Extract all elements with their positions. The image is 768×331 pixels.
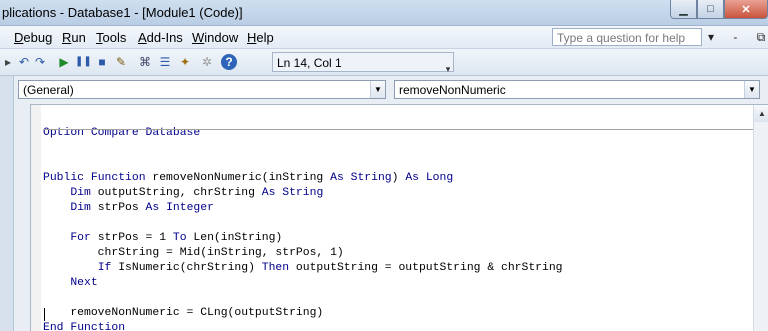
code-text[interactable]: Option Compare Database Public Function … [43, 111, 563, 331]
left-panel-edge [0, 76, 14, 331]
kw-function: Function [90, 172, 146, 184]
kw-then: Then [261, 262, 290, 274]
mdi-controls[interactable]: ▾ - ⧉ ✕ [708, 30, 768, 45]
kw-integer: Integer [166, 202, 214, 214]
menu-debug-rest: ebug [23, 30, 53, 45]
menu-tools[interactable]: Tools [96, 30, 126, 45]
scroll-up-icon[interactable]: ▲ [754, 105, 768, 122]
window-title: plications - Database1 - [Module1 (Code)… [2, 5, 243, 20]
toolbar-options-icon[interactable]: ▾ [440, 61, 456, 77]
margin-indicator-bar[interactable] [31, 105, 41, 331]
menu-window[interactable]: Window [192, 30, 238, 45]
kw-to: To [172, 232, 187, 244]
menu-window-accel: W [192, 30, 205, 45]
reset-icon[interactable]: ■ [94, 54, 110, 70]
code-line: Dim outputString, chrString As String [70, 187, 324, 199]
menu-run-rest: un [71, 30, 86, 45]
maximize-button[interactable]: □ [697, 0, 724, 19]
ask-question-input[interactable]: Type a question for help [552, 28, 702, 46]
help-icon[interactable]: ? [221, 54, 237, 70]
vertical-scrollbar[interactable]: ▲ [753, 105, 768, 331]
procedure-combo[interactable]: removeNonNumeric ▼ [394, 80, 760, 99]
kw-as: As [261, 187, 276, 199]
menu-help-rest: elp [256, 30, 274, 45]
menu-run[interactable]: Run [62, 30, 86, 45]
code-line: End Function [43, 322, 125, 331]
toolbox-icon[interactable]: ✲ [199, 54, 215, 70]
undo-icon[interactable]: ↶ [16, 54, 32, 70]
procedure-combo-value: removeNonNumeric [399, 83, 506, 97]
code-line: Dim strPos As Integer [70, 202, 214, 214]
code-line: If IsNumeric(chrString) Then outputStrin… [97, 262, 563, 274]
code-line: chrString = Mid(inString, strPos, 1) [43, 247, 344, 259]
chevron-down-icon[interactable]: ▼ [370, 81, 385, 98]
kw-dim: Dim [70, 202, 91, 214]
code-line: Public Function removeNonNumeric(inStrin… [43, 172, 454, 184]
procedure-separator [43, 129, 753, 130]
window-controls: ▁ □ ✕ [670, 0, 768, 19]
kw-as: As [405, 172, 419, 184]
redo-icon[interactable]: ↷ [32, 54, 48, 70]
menu-debug[interactable]: Debug [14, 30, 52, 45]
toolbar-overflow-icon[interactable]: ▸ [0, 54, 16, 70]
code-line: Next [43, 277, 98, 289]
menu-help[interactable]: Help [247, 30, 274, 45]
properties-icon[interactable]: ☰ [157, 54, 173, 70]
object-combo-value: (General) [23, 83, 74, 97]
menu-add-ins-accel: A [138, 30, 147, 45]
standard-toolbar: ▸ ↶ ↷ ▶ ❚❚ ■ ✎ ⌘ ☰ ✦ ✲ ? Ln 14, Col 1 ▾ [0, 49, 768, 76]
code-line: removeNonNumeric = CLng(outputString) [43, 307, 324, 319]
object-browser-icon[interactable]: ✦ [177, 54, 193, 70]
minimize-button[interactable]: ▁ [670, 0, 697, 19]
project-explorer-icon[interactable]: ⌘ [137, 54, 153, 70]
kw-as: As [330, 172, 344, 184]
menu-debug-accel: D [14, 30, 24, 45]
text-cursor [44, 308, 45, 321]
menu-add-ins-rest: dd-Ins [146, 30, 183, 45]
close-button[interactable]: ✕ [724, 0, 768, 19]
cursor-position: Ln 14, Col 1 [272, 52, 454, 72]
menu-add-ins[interactable]: Add-Ins [138, 30, 183, 45]
run-icon[interactable]: ▶ [56, 54, 72, 70]
code-editor[interactable]: Option Compare Database Public Function … [30, 104, 768, 331]
break-icon[interactable]: ❚❚ [75, 54, 92, 70]
kw-next: Next [70, 277, 98, 289]
menu-run-accel: R [62, 30, 72, 45]
kw-dim: Dim [70, 187, 91, 199]
kw-string: String [282, 187, 324, 199]
code-line: For strPos = 1 To Len(inString) [70, 232, 283, 244]
kw-long: Long [425, 172, 454, 184]
design-mode-icon[interactable]: ✎ [113, 54, 129, 70]
code-window: (General) ▼ removeNonNumeric ▼ Option Co… [14, 76, 768, 331]
chevron-down-icon[interactable]: ▼ [744, 81, 759, 98]
title-bar: plications - Database1 - [Module1 (Code)… [0, 0, 768, 26]
menu-bar: Debug Run Tools Add-Ins Window Help Type… [0, 26, 768, 49]
kw-function: Function [70, 322, 126, 331]
kw-public: Public [43, 172, 85, 184]
menu-help-accel: H [247, 30, 257, 45]
kw-for: For [70, 232, 91, 244]
menu-window-rest: indow [204, 30, 239, 45]
kw-if: If [97, 262, 112, 274]
kw-end: End [43, 322, 64, 331]
object-combo[interactable]: (General) ▼ [18, 80, 386, 99]
kw-string: String [350, 172, 392, 184]
kw-as: As [145, 202, 160, 214]
menu-tools-rest: ools [102, 30, 127, 45]
